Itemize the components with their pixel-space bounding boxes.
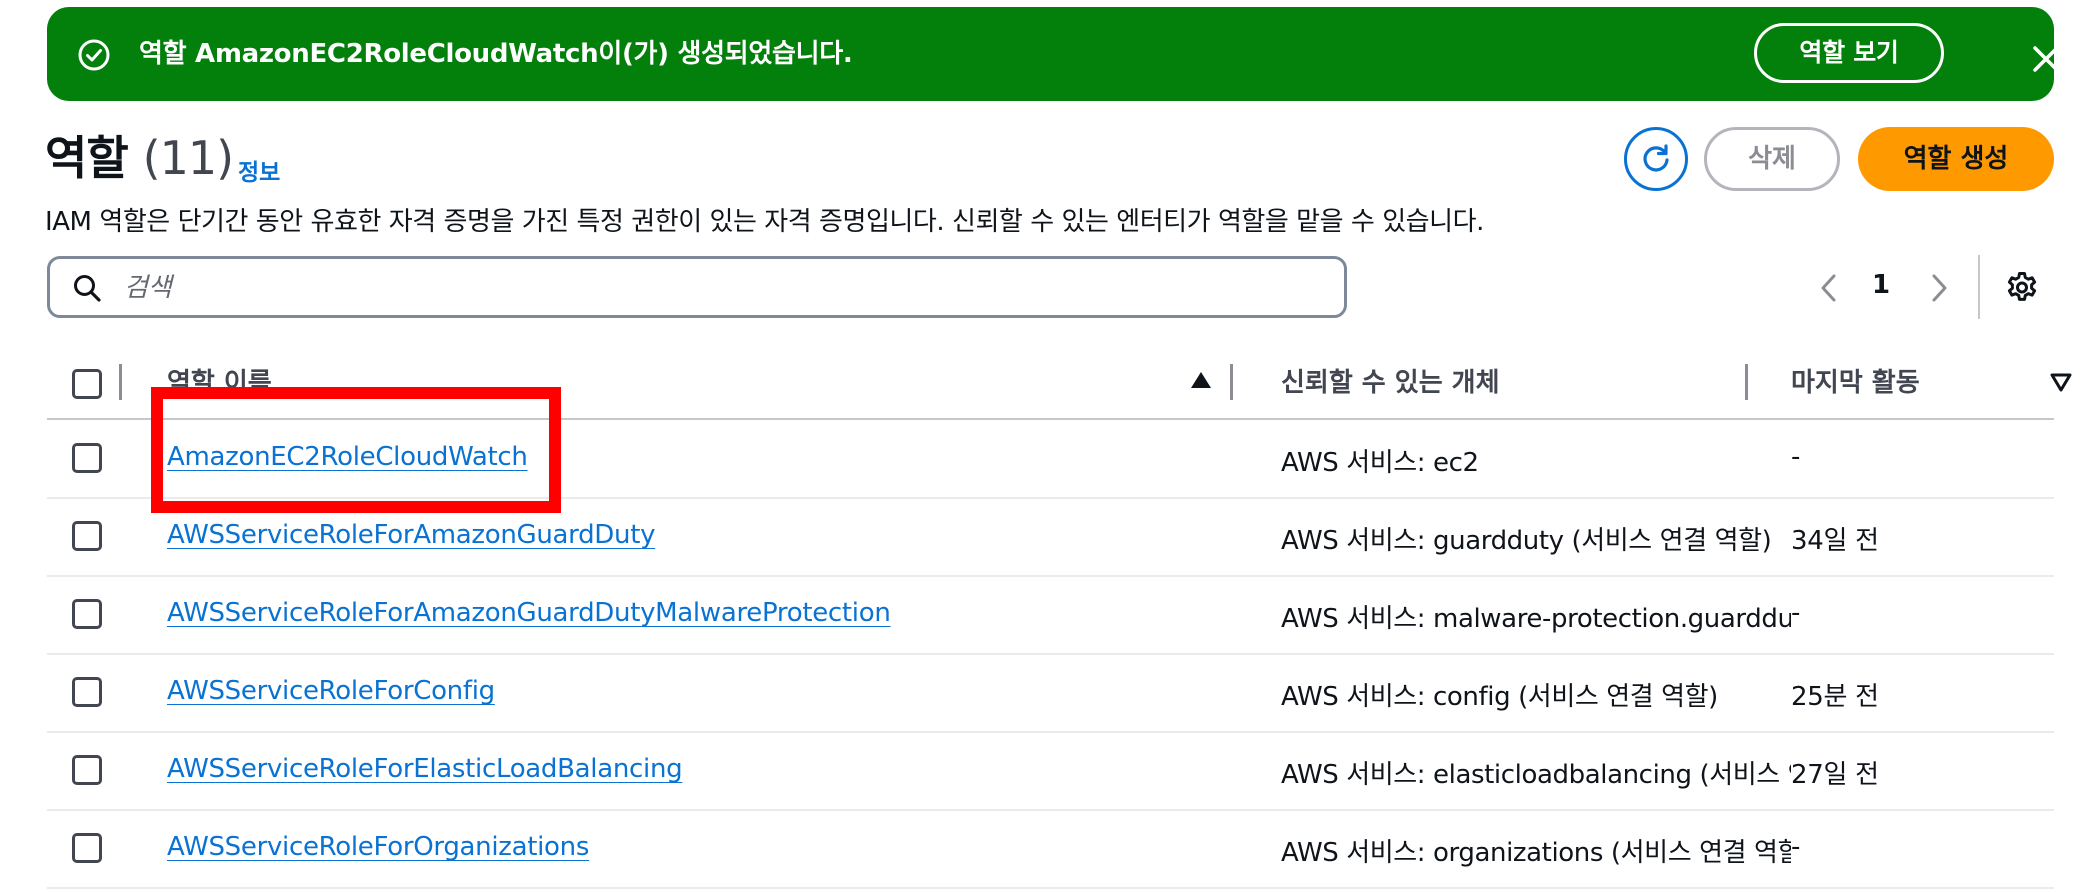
row-checkbox[interactable] — [72, 599, 102, 629]
column-header-role-name[interactable]: 역할 이름 — [167, 362, 272, 399]
trusted-entity: AWS 서비스: config (서비스 연결 역할) — [1281, 676, 1791, 713]
role-count: (11) — [142, 131, 234, 185]
view-role-button[interactable]: 역할 보기 — [1754, 23, 1944, 83]
table-row: AWSServiceRoleForElasticLoadBalancing AW… — [47, 732, 2054, 811]
chevron-left-icon[interactable] — [1816, 272, 1840, 304]
role-name-link[interactable]: AmazonEC2RoleCloudWatch — [167, 442, 528, 472]
success-flash-banner: 역할 AmazonEC2RoleCloudWatch이(가) 생성되었습니다. … — [47, 7, 2059, 101]
role-name-link[interactable]: AWSServiceRoleForConfig — [167, 676, 495, 706]
column-divider[interactable] — [1230, 364, 1233, 400]
role-name-link[interactable]: AWSServiceRoleForOrganizations — [167, 832, 589, 862]
column-divider — [119, 364, 122, 400]
sort-ascending-icon[interactable] — [1189, 370, 1213, 390]
current-page[interactable]: 1 — [1872, 270, 1890, 300]
last-activity: 34일 전 — [1791, 526, 1879, 556]
page-title-text: 역할 — [45, 131, 129, 185]
last-activity: - — [1791, 832, 1801, 862]
delete-button[interactable]: 삭제 — [1704, 127, 1840, 191]
column-header-last-activity[interactable]: 마지막 활동 — [1791, 362, 1920, 399]
flash-message: 역할 AmazonEC2RoleCloudWatch이(가) 생성되었습니다. — [139, 39, 853, 69]
sort-descending-icon[interactable] — [2049, 372, 2073, 392]
last-activity: - — [1791, 442, 1801, 472]
table-row: AWSServiceRoleForAmazonGuardDuty AWS 서비스… — [47, 498, 2054, 577]
pagination-divider — [1978, 255, 1980, 319]
search-input[interactable] — [122, 267, 1326, 309]
table-row: AWSServiceRoleForConfig AWS 서비스: config … — [47, 654, 2054, 733]
refresh-icon — [1643, 144, 1669, 172]
create-role-button[interactable]: 역할 생성 — [1858, 127, 2054, 191]
page-description: IAM 역할은 단기간 동안 유효한 자격 증명을 가진 특정 권한이 있는 자… — [45, 207, 1484, 237]
trusted-entity-text: AWS 서비스: guardduty — [1281, 526, 1572, 556]
search-field[interactable] — [47, 256, 1347, 318]
role-name-link[interactable]: AWSServiceRoleForAmazonGuardDuty — [167, 520, 655, 550]
gear-icon[interactable] — [2005, 271, 2039, 305]
close-icon[interactable] — [2032, 45, 2060, 73]
check-circle-icon — [78, 39, 110, 71]
column-header-trusted-entity[interactable]: 신뢰할 수 있는 개체 — [1281, 362, 1500, 399]
search-icon — [74, 275, 101, 302]
column-divider[interactable] — [1745, 364, 1748, 400]
service-linked-role-note[interactable]: (서비스 연결 역할) — [1518, 682, 1718, 713]
page-title: 역할 (11) — [45, 128, 234, 188]
refresh-button[interactable] — [1624, 127, 1688, 191]
table-header: 역할 이름 신뢰할 수 있는 개체 마지막 활동 — [47, 350, 2072, 420]
trusted-entity: AWS 서비스: organizations (서비스 연결 역할) — [1281, 832, 1791, 869]
chevron-right-icon[interactable] — [1928, 272, 1952, 304]
last-activity: - — [1791, 598, 1801, 628]
table-row: AWSServiceRoleForAmazonGuardDutyMalwareP… — [47, 576, 2054, 655]
service-linked-role-note[interactable]: (서비스 연결 역할) — [1610, 838, 1791, 869]
trusted-entity: AWS 서비스: malware-protection.guardduty — [1281, 598, 1791, 635]
row-checkbox[interactable] — [72, 677, 102, 707]
table-row: AmazonEC2RoleCloudWatch AWS 서비스: ec2 - — [47, 420, 2054, 499]
trusted-entity-text: AWS 서비스: ec2 — [1281, 448, 1479, 478]
row-checkbox[interactable] — [72, 443, 102, 473]
trusted-entity: AWS 서비스: elasticloadbalancing (서비스 연결 역할… — [1281, 754, 1791, 791]
role-name-link[interactable]: AWSServiceRoleForAmazonGuardDutyMalwareP… — [167, 598, 891, 628]
service-linked-role-note[interactable]: (서비스 연결 역할) — [1571, 526, 1772, 557]
row-checkbox[interactable] — [72, 521, 102, 551]
row-checkbox[interactable] — [72, 833, 102, 863]
last-activity: 25분 전 — [1791, 682, 1879, 712]
info-link[interactable]: 정보 — [238, 153, 280, 187]
trusted-entity: AWS 서비스: ec2 — [1281, 442, 1791, 479]
trusted-entity: AWS 서비스: guardduty (서비스 연결 역할) — [1281, 520, 1791, 557]
trusted-entity-text: AWS 서비스: malware-protection.guardduty — [1281, 604, 1791, 634]
trusted-entity-text: AWS 서비스: elasticloadbalancing — [1281, 760, 1700, 790]
row-checkbox[interactable] — [72, 755, 102, 785]
role-name-link[interactable]: AWSServiceRoleForElasticLoadBalancing — [167, 754, 683, 784]
select-all-checkbox[interactable] — [72, 369, 102, 399]
trusted-entity-text: AWS 서비스: config — [1281, 682, 1519, 712]
last-activity: 27일 전 — [1791, 760, 1879, 790]
table-row: AWSServiceRoleForOrganizations AWS 서비스: … — [47, 810, 2054, 889]
service-linked-role-note[interactable]: (서비스 연결 역할) — [1699, 760, 1791, 791]
trusted-entity-text: AWS 서비스: organizations — [1281, 838, 1611, 868]
